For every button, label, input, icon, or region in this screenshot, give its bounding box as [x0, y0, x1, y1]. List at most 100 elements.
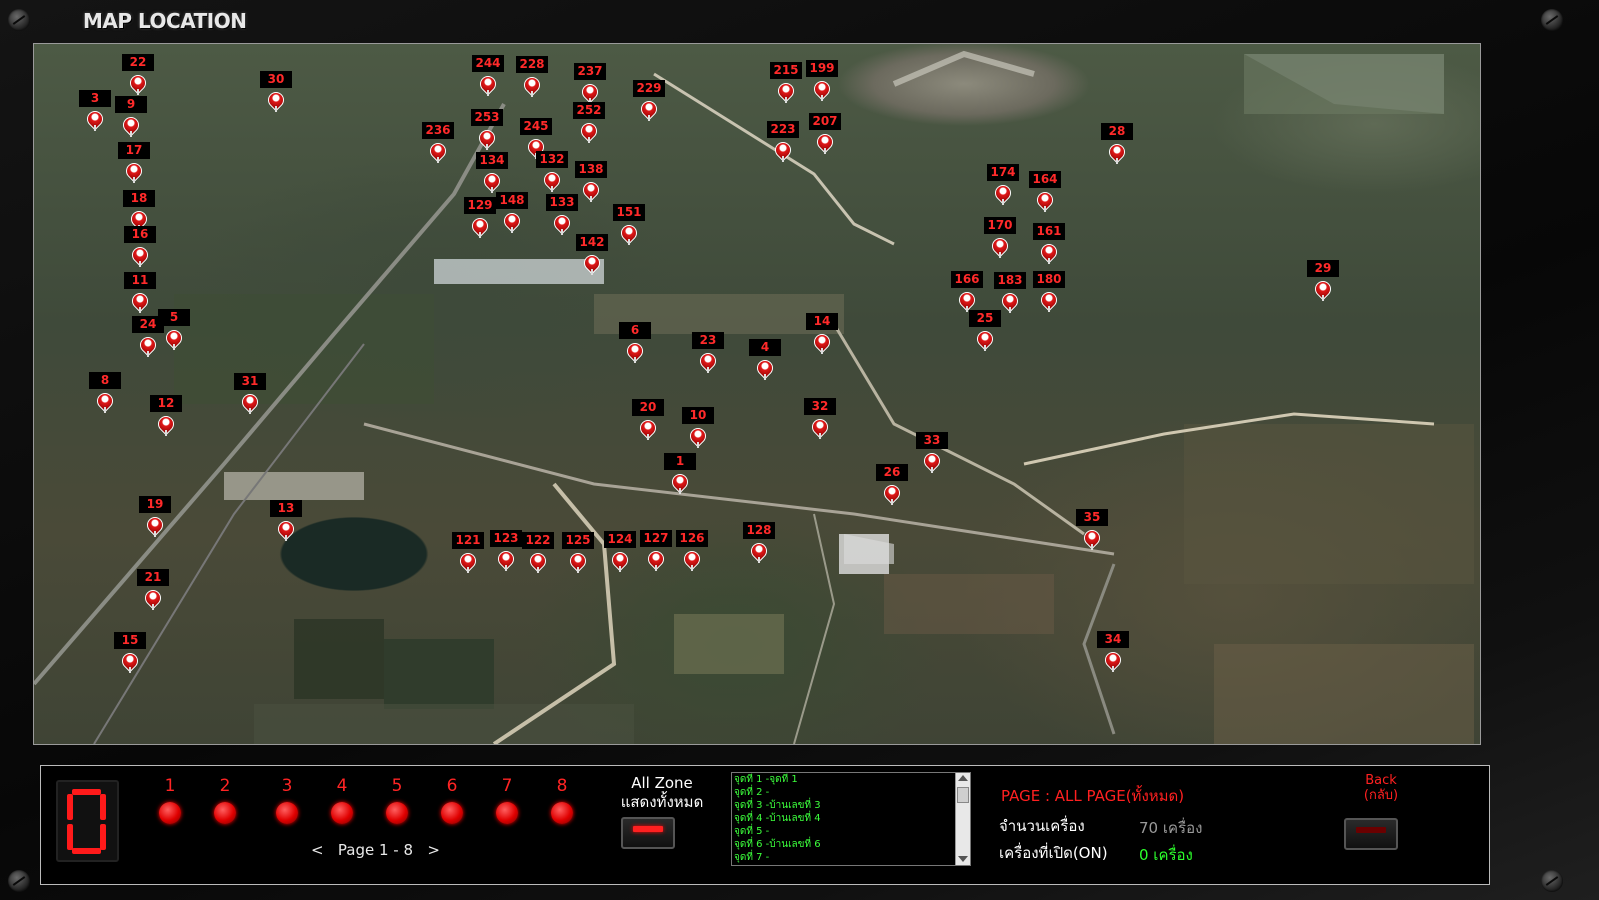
map-pin-label: 125 — [562, 532, 594, 549]
page-range-label: Page 1 - 8 — [337, 841, 414, 859]
pin-tip — [104, 407, 106, 413]
screw-top-right — [1541, 9, 1563, 31]
page-led-8[interactable] — [551, 802, 573, 824]
map-pin-label: 252 — [573, 102, 605, 119]
map-pin-label: 244 — [472, 55, 504, 72]
scroll-up-arrow-icon[interactable] — [958, 775, 968, 781]
map-pin-label: 30 — [260, 71, 292, 88]
segment-bottom — [72, 848, 101, 854]
map-pin-label: 126 — [676, 530, 708, 547]
pin-tip — [467, 567, 469, 573]
page-button-5[interactable]: 5 — [372, 776, 422, 824]
map-pin-label: 161 — [1033, 223, 1065, 240]
scroll-down-arrow-icon[interactable] — [958, 856, 968, 862]
list-item[interactable]: จุดที่ 6 -บ้านเลขที่ 6 — [732, 838, 970, 851]
segment-lower-right — [100, 824, 106, 850]
scroll-thumb[interactable] — [957, 787, 969, 803]
map-pin-label: 170 — [984, 217, 1016, 234]
all-zone-button[interactable] — [621, 817, 675, 849]
page-button-2[interactable]: 2 — [200, 776, 250, 824]
page-led-7[interactable] — [496, 802, 518, 824]
map-pin-label: 121 — [452, 532, 484, 549]
screw-bottom-right — [1541, 870, 1563, 892]
map-pin-label: 34 — [1097, 631, 1129, 648]
page-status: PAGE : ALL PAGE(ทั้งหมด) — [1001, 787, 1185, 805]
page-button-8[interactable]: 8 — [537, 776, 587, 824]
map-pin-label: 223 — [767, 121, 799, 138]
map-pin-label: 237 — [574, 63, 606, 80]
map-pin-label: 253 — [471, 109, 503, 126]
map-pin-label: 124 — [604, 531, 636, 548]
pin-tip — [94, 125, 96, 131]
map-pin-label: 215 — [770, 62, 802, 79]
map-pin-label: 138 — [575, 161, 607, 178]
pin-tip — [561, 229, 563, 235]
pin-tip — [139, 307, 141, 313]
pin-tip — [1091, 544, 1093, 550]
satellite-map[interactable]: 22 30 3 9 17 18 16 11 24 5 8 12 31 19 13 21 15 244 228 237 2… — [33, 43, 1481, 745]
pin-tip — [275, 106, 277, 112]
page-button-4[interactable]: 4 — [317, 776, 367, 824]
map-pin-label: 15 — [114, 632, 146, 649]
pin-tip — [764, 374, 766, 380]
map-pin-label: 180 — [1033, 271, 1065, 288]
pin-tip — [1048, 306, 1050, 312]
all-zone-title: All Zone — [631, 774, 693, 792]
map-pin-label: 28 — [1101, 123, 1133, 140]
page-button-label: 1 — [164, 776, 176, 796]
pin-tip — [479, 232, 481, 238]
page-title: MAP LOCATION — [83, 9, 247, 33]
next-page-link[interactable]: > — [427, 841, 440, 859]
pin-tip — [1322, 295, 1324, 301]
map-pin-label: 199 — [806, 60, 838, 77]
device-count-label: จำนวนเครื่อง — [999, 817, 1085, 835]
map-pin-label: 133 — [546, 194, 578, 211]
list-item[interactable]: จุดที่ 3 -บ้านเลขที่ 3 — [732, 799, 970, 812]
pin-tip — [588, 137, 590, 143]
pin-tip — [551, 186, 553, 192]
page-led-4[interactable] — [331, 802, 353, 824]
listbox-scrollbar[interactable] — [955, 773, 970, 865]
list-item[interactable]: จุดที่ 2 - — [732, 786, 970, 799]
list-item[interactable]: จุดที่ 5 - — [732, 825, 970, 838]
map-pin-label: 29 — [1307, 260, 1339, 277]
map-pin-label: 207 — [809, 113, 841, 130]
page-button-7[interactable]: 7 — [482, 776, 532, 824]
page-led-2[interactable] — [214, 802, 236, 824]
page-led-3[interactable] — [276, 802, 298, 824]
list-item[interactable]: จุดที่ 1 -จุดที่ 1 — [732, 773, 970, 786]
map-pin-label: 123 — [490, 530, 522, 547]
map-pin-label: 229 — [633, 80, 665, 97]
page-led-6[interactable] — [441, 802, 463, 824]
point-listbox[interactable]: จุดที่ 1 -จุดที่ 1 จุดที่ 2 - จุดที่ 3 -บ้… — [731, 772, 971, 866]
map-pin-label: 174 — [987, 164, 1019, 181]
page-button-3[interactable]: 3 — [262, 776, 312, 824]
list-item[interactable]: จุดที่ 4 -บ้านเลขที่ 4 — [732, 812, 970, 825]
list-item[interactable]: จุดที่ 7 - — [732, 851, 970, 864]
page-button-6[interactable]: 6 — [427, 776, 477, 824]
control-panel: 1 2 3 4 5 6 7 8 < Page 1 - 8 > All Zone … — [40, 765, 1490, 885]
screw-top-left — [8, 9, 30, 31]
pin-tip — [782, 156, 784, 162]
prev-page-link[interactable]: < — [311, 841, 324, 859]
pin-tip — [619, 566, 621, 572]
pin-tip — [486, 144, 488, 150]
segment-lower-left — [67, 824, 73, 850]
map-pin-label: 33 — [916, 432, 948, 449]
pin-tip — [697, 442, 699, 448]
map-pin-label: 31 — [234, 373, 266, 390]
pin-tip — [984, 345, 986, 351]
page-button-1[interactable]: 1 — [145, 776, 195, 824]
pin-tip — [824, 148, 826, 154]
pin-tip — [152, 604, 154, 610]
map-pin-label: 22 — [122, 54, 154, 71]
page-led-5[interactable] — [386, 802, 408, 824]
map-pin-label: 13 — [270, 500, 302, 517]
page-button-label: 2 — [219, 776, 231, 796]
back-button[interactable] — [1344, 818, 1398, 850]
map-pin-label: 8 — [89, 372, 121, 389]
map-pin-label: 35 — [1076, 509, 1108, 526]
page-led-1[interactable] — [159, 802, 181, 824]
map-pin-label: 166 — [951, 271, 983, 288]
segment-top — [72, 789, 101, 795]
